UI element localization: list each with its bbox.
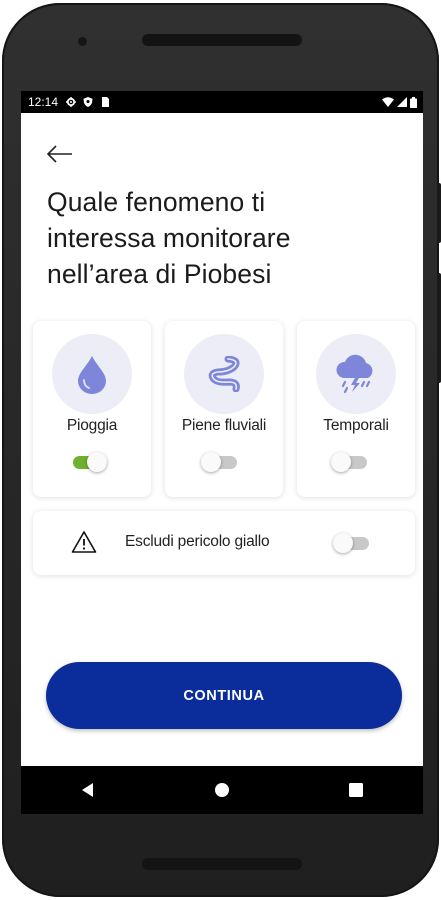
river-icon [208,356,240,392]
bottom-speaker [142,858,302,870]
warning-triangle-icon [71,531,97,553]
title-line-1: Quale fenomeno ti [47,187,266,217]
signal-icon [397,97,407,107]
continue-button[interactable]: CONTINUA [46,662,402,729]
back-triangle-icon [82,783,93,797]
system-nav-bar [21,766,423,814]
nav-back-button[interactable] [68,770,108,810]
front-camera [78,37,87,46]
page-title: Quale fenomeno ti interessa monitorare n… [47,184,377,292]
phenomenon-label-river-floods: Piene fluviali [181,417,267,434]
title-line-3: nell’area di Piobesi [47,259,272,289]
settings-icon [66,97,77,107]
storm-cloud-icon [336,354,373,394]
earpiece-speaker [142,34,302,46]
nav-recents-button[interactable] [336,770,376,810]
battery-icon [410,96,417,108]
arrow-left-icon [46,145,72,163]
exclude-yellow-toggle[interactable] [333,533,369,553]
sim-card-icon [102,97,110,107]
home-circle-icon [215,783,229,797]
continue-label: CONTINUA [183,687,265,704]
exclude-yellow-label: Escludi pericolo giallo [125,533,270,550]
wifi-icon [382,97,394,107]
storms-toggle[interactable] [331,452,367,472]
app-screen: 12:14 Quale fenomeno ti interessa monito… [21,91,423,814]
toggle-thumb [333,533,353,553]
river-floods-toggle[interactable] [201,452,237,472]
phenomenon-card-storms[interactable]: Temporali [297,321,415,497]
phenomena-cards: Pioggia Piene fluviali Temporali [33,321,415,497]
back-button[interactable] [45,141,77,167]
icon-circle [316,334,396,414]
phenomenon-label-rain: Pioggia [66,417,118,434]
icon-circle [52,334,132,414]
nav-home-button[interactable] [202,770,242,810]
raindrop-icon [78,356,106,394]
status-time: 12:14 [28,95,59,109]
phenomenon-label-storms: Temporali [323,417,389,434]
phenomenon-card-rain[interactable]: Pioggia [33,321,151,497]
status-bar: 12:14 [21,91,423,113]
toggle-thumb [87,452,107,472]
phone-frame: 12:14 Quale fenomeno ti interessa monito… [2,3,441,897]
icon-circle [184,334,264,414]
toggle-thumb [201,452,221,472]
recents-square-icon [349,783,363,797]
shield-icon [83,97,93,107]
exclude-yellow-card[interactable]: Escludi pericolo giallo [33,511,415,575]
power-button [437,183,441,243]
rain-toggle[interactable] [71,452,107,472]
toggle-thumb [331,452,351,472]
volume-button [437,273,441,383]
phenomenon-card-river-floods[interactable]: Piene fluviali [165,321,283,497]
title-line-2: interessa monitorare [47,223,291,253]
